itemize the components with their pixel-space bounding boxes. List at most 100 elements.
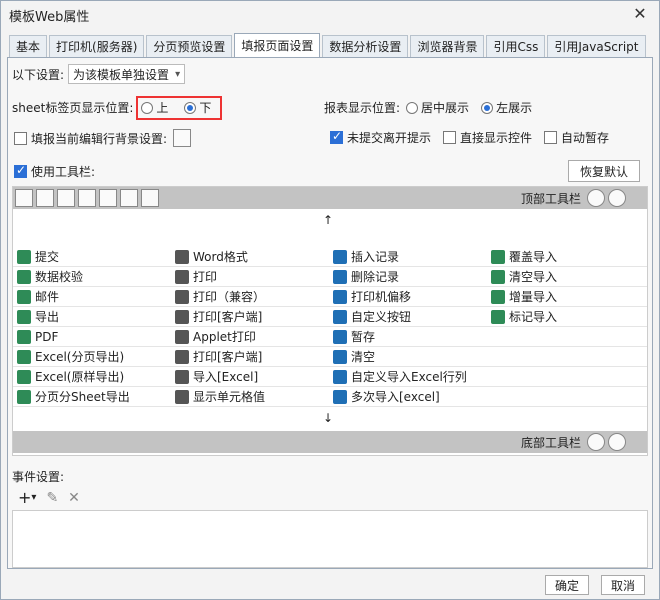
edit-event-icon[interactable]: ✎ — [46, 490, 58, 506]
button-icon — [175, 289, 189, 304]
export-icon[interactable] — [78, 189, 96, 207]
tab-data-analysis[interactable]: 数据分析设置 — [322, 35, 409, 57]
toolbar-button-option — [487, 347, 645, 366]
add-event-icon[interactable]: + — [18, 488, 31, 507]
button-icon — [333, 269, 347, 284]
toolbar-editor: 顶部工具栏 ↑ 提交 Word格式 插入记录 覆盖导入数据校验 打印 删除记录 清空导入邮件… — [12, 186, 648, 456]
clear-icon[interactable] — [608, 189, 627, 207]
toolbar-button-option[interactable]: 暂存 — [329, 327, 487, 346]
button-icon — [175, 309, 189, 324]
button-icon — [333, 369, 347, 384]
toolbar-button-option[interactable]: 插入记录 — [329, 247, 487, 266]
cancel-button[interactable]: 取消 — [601, 575, 645, 595]
options-row: 未提交离开提示 直接显示控件 自动暂存 — [330, 129, 609, 146]
button-icon — [333, 349, 347, 364]
toolbar-button-label: 自定义按钮 — [351, 310, 412, 324]
use-toolbar-label: 使用工具栏: — [31, 165, 96, 179]
direct-control-checkbox[interactable] — [443, 131, 457, 144]
pagination-icon[interactable] — [120, 189, 138, 207]
toolbar-button-option[interactable]: 邮件 — [13, 287, 171, 306]
delete-event-icon[interactable]: ✕ — [68, 490, 80, 506]
toolbar-button-option[interactable]: 覆盖导入 — [487, 247, 645, 266]
toolbar-button-option[interactable]: 打印（兼容） — [171, 287, 329, 306]
toolbar-button-option[interactable]: 增量导入 — [487, 287, 645, 306]
toolbar-button-option[interactable]: 多次导入[excel] — [329, 387, 487, 406]
button-icon — [17, 329, 31, 344]
toolbar-button-option[interactable]: 提交 — [13, 247, 171, 266]
report-left-radio[interactable] — [481, 101, 494, 114]
tab-basic[interactable]: 基本 — [9, 35, 48, 57]
toolbar-button-option[interactable]: 数据校验 — [13, 267, 171, 286]
toolbar-button-option[interactable]: Applet打印 — [171, 327, 329, 346]
tab-javascript[interactable]: 引用JavaScript — [547, 35, 646, 57]
toolbar-button-label: 打印[客户端] — [193, 350, 263, 364]
toolbar-button-option[interactable]: 自定义按钮 — [329, 307, 487, 326]
toolbar-button-label: 清空 — [351, 350, 376, 364]
down-arrow-icon[interactable]: ↓ — [323, 411, 333, 425]
unsubmitted-checkbox[interactable] — [330, 129, 343, 144]
sheet-top-radio[interactable] — [141, 101, 154, 114]
toolbar-button-option[interactable]: 导出 — [13, 307, 171, 326]
fill-bg-checkbox[interactable] — [14, 131, 27, 145]
tab-css[interactable]: 引用Css — [486, 35, 546, 57]
toolbar-button-option — [487, 387, 645, 406]
pencil-icon[interactable] — [36, 189, 54, 207]
toolbar-button-label: Excel(分页导出) — [35, 350, 125, 364]
add-dropdown-icon[interactable]: ▾ — [31, 492, 36, 503]
scope-select[interactable]: 为该模板单独设置 ▾ — [68, 64, 186, 84]
mail-icon[interactable] — [99, 189, 117, 207]
printer-icon[interactable] — [57, 189, 75, 207]
clear-icon[interactable] — [608, 433, 627, 451]
toolbar-button-option[interactable]: 打印[客户端] — [171, 347, 329, 366]
up-arrow-icon[interactable]: ↑ — [323, 213, 333, 227]
toolbar-button-option[interactable]: 删除记录 — [329, 267, 487, 286]
toolbar-button-label: 多次导入[excel] — [351, 390, 440, 404]
restore-default-button[interactable]: 恢复默认 — [568, 160, 640, 182]
toolbar-button-option[interactable]: 分页分Sheet导出 — [13, 387, 171, 406]
toolbar-button-option[interactable]: 标记导入 — [487, 307, 645, 326]
button-icon — [17, 369, 31, 384]
toolbar-button-grid: 提交 Word格式 插入记录 覆盖导入 数据校验 打印 删除记录 清空导入 邮件 打印（兼容） 打印… — [13, 247, 647, 407]
use-toolbar-row: 使用工具栏: — [14, 163, 95, 180]
gear-icon[interactable] — [587, 433, 606, 451]
blank-icon[interactable] — [141, 189, 159, 207]
button-icon — [175, 269, 189, 284]
events-list[interactable] — [12, 510, 648, 568]
autosave-checkbox[interactable] — [544, 131, 558, 144]
use-toolbar-checkbox[interactable] — [14, 163, 27, 178]
paint-bucket-icon[interactable] — [173, 129, 192, 147]
tab-page-preview[interactable]: 分页预览设置 — [146, 35, 233, 57]
toolbar-button-option[interactable]: Excel(分页导出) — [13, 347, 171, 366]
toolbar-button-option[interactable]: Word格式 — [171, 247, 329, 266]
title-bar: 模板Web属性 ✕ — [1, 1, 659, 29]
table-row: 导出 打印[客户端] 自定义按钮 标记导入 — [13, 307, 647, 327]
gear-icon[interactable] — [587, 189, 606, 207]
report-center-radio[interactable] — [406, 101, 419, 114]
bottom-toolbar-bar: 底部工具栏 — [13, 431, 647, 453]
unsubmitted-label: 未提交离开提示 — [347, 131, 432, 145]
toolbar-button-option[interactable]: 打印 — [171, 267, 329, 286]
toolbar-button-option[interactable]: 自定义导入Excel行列 — [329, 367, 487, 386]
sheet-bottom-radio[interactable] — [184, 101, 197, 114]
ok-button[interactable]: 确定 — [545, 575, 589, 595]
button-icon — [175, 349, 189, 364]
toolbar-button-option[interactable]: Excel(原样导出) — [13, 367, 171, 386]
toolbar-button-option[interactable]: 打印[客户端] — [171, 307, 329, 326]
tab-fill-page[interactable]: 填报页面设置 — [234, 33, 321, 57]
toolbar-button-option[interactable]: 导入[Excel] — [171, 367, 329, 386]
save-icon[interactable] — [15, 189, 33, 207]
toolbar-button-option[interactable]: 清空导入 — [487, 267, 645, 286]
toolbar-button-option[interactable]: PDF — [13, 327, 171, 346]
button-icon — [333, 389, 347, 404]
toolbar-button-option[interactable]: 打印机偏移 — [329, 287, 487, 306]
toolbar-button-label: 数据校验 — [35, 270, 84, 284]
button-icon — [17, 289, 31, 304]
close-icon[interactable]: ✕ — [631, 5, 649, 23]
toolbar-button-label: 清空导入 — [509, 270, 558, 284]
toolbar-button-option[interactable]: 清空 — [329, 347, 487, 366]
tab-printer-server[interactable]: 打印机(服务器) — [49, 35, 145, 57]
top-toolbar-label-group: 顶部工具栏 — [521, 189, 629, 207]
button-icon — [491, 249, 505, 264]
tab-browser-bg[interactable]: 浏览器背景 — [410, 35, 485, 57]
toolbar-button-option[interactable]: 显示单元格值 — [171, 387, 329, 406]
